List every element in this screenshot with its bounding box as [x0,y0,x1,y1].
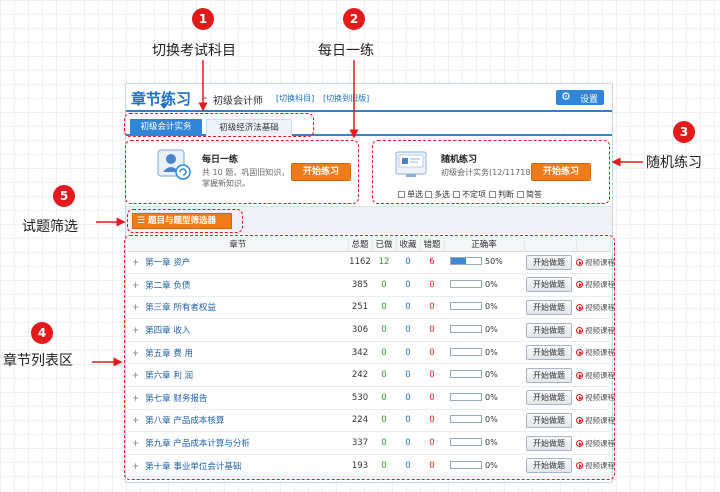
annotation-arrows [92,60,643,367]
